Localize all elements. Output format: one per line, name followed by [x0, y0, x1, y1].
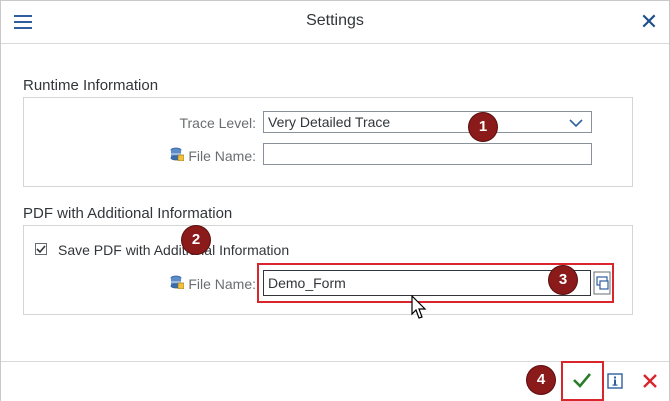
- info-icon[interactable]: [607, 373, 623, 389]
- annotation-badge-4: 4: [527, 366, 555, 394]
- trace-level-label: Trace Level:: [179, 115, 256, 131]
- pdf-file-name-input[interactable]: Demo_Form: [263, 270, 591, 296]
- pdf-section-title: PDF with Additional Information: [23, 205, 233, 222]
- runtime-file-name-input[interactable]: [263, 143, 592, 165]
- mouse-cursor-icon: [411, 295, 427, 319]
- dialog-title: Settings: [306, 12, 364, 29]
- checkmark-icon: [36, 245, 46, 254]
- chevron-down-icon: [569, 119, 583, 128]
- save-pdf-checkbox[interactable]: [35, 243, 47, 255]
- trace-level-value: Very Detailed Trace: [268, 114, 391, 130]
- close-icon[interactable]: ✕: [639, 11, 659, 33]
- database-icon: [170, 275, 184, 289]
- value-help-icon[interactable]: [593, 271, 611, 295]
- save-pdf-checkbox-label[interactable]: Save PDF with Additional Information: [58, 242, 289, 258]
- annotation-badge-2: 2: [182, 226, 210, 254]
- annotation-badge-3: 3: [549, 266, 577, 294]
- dialog-titlebar: Settings ✕: [1, 1, 669, 44]
- cancel-icon[interactable]: [642, 373, 658, 389]
- pdf-file-name-label: File Name:: [188, 276, 256, 292]
- annotation-badge-1: 1: [469, 113, 497, 141]
- runtime-file-name-label: File Name:: [188, 148, 256, 164]
- runtime-section-title: Runtime Information: [23, 77, 159, 94]
- trace-level-select[interactable]: Very Detailed Trace: [263, 111, 592, 133]
- confirm-check-icon[interactable]: [572, 371, 592, 389]
- settings-dialog: Settings ✕ Runtime Information Trace Lev…: [0, 0, 670, 401]
- database-icon: [170, 147, 184, 161]
